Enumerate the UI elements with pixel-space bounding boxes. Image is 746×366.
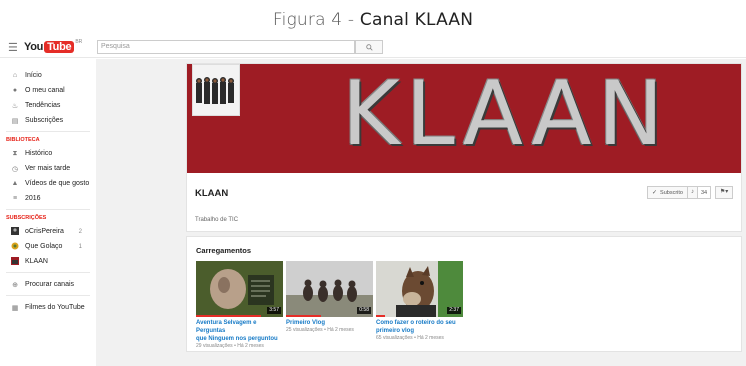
thumbs-up-icon: ▲	[11, 180, 19, 187]
subscription-label: KLAAN	[25, 258, 48, 265]
user-icon: ●	[12, 87, 18, 94]
video-duration: 3:57	[267, 307, 281, 314]
logo-tube: Tube	[44, 40, 75, 53]
watched-progress-bar	[376, 315, 385, 317]
sidebar-item-label: O meu canal	[25, 87, 65, 94]
unread-count: 2	[78, 228, 82, 235]
sidebar-item-label: 2016	[25, 195, 41, 202]
uploads-title[interactable]: Carregamentos	[196, 246, 251, 255]
home-icon: ⌂	[12, 72, 18, 79]
search-icon	[365, 44, 373, 51]
sidebar-item-liked-videos[interactable]: ▲ Vídeos de que gosto	[0, 176, 96, 191]
video-title[interactable]: Primeiro Vlog	[286, 319, 373, 327]
sidebar-item-youtube-movies[interactable]: ▦ Filmes do YouTube	[0, 300, 96, 315]
subscriptions-section-title: SUBSCRIÇÕES	[6, 215, 47, 221]
channel-banner: KLAAN	[187, 64, 741, 173]
subscribed-button[interactable]: ✓ Subscrito	[647, 186, 688, 199]
logo-region: BR	[75, 39, 83, 45]
sidebar-item-playlist-2016[interactable]: ≡ 2016	[0, 191, 96, 206]
caption-title: Canal KLAAN	[359, 10, 474, 30]
sidebar-item-label: Histórico	[25, 150, 53, 157]
check-icon: ✓	[652, 190, 658, 196]
divider	[6, 209, 90, 210]
subscription-label: oCrisPereira	[25, 228, 64, 235]
watched-progress-bar	[196, 315, 262, 317]
sidebar-item-subscriptions[interactable]: ▤ Subscrições	[0, 113, 96, 128]
channel-description: Trabalho de TIC	[195, 217, 239, 223]
sidebar-item-label: Início	[25, 72, 42, 79]
video-title-line: Como fazer o roteiro do seu	[376, 320, 456, 326]
video-meta: 25 visualizações • Há 2 meses	[286, 327, 354, 333]
figure-caption: Figura 4 - Canal KLAAN	[0, 10, 746, 30]
sidebar-item-inicio[interactable]: ⌂ Início	[0, 68, 96, 83]
subscription-item[interactable]: Que Golaço 1	[0, 239, 96, 254]
channel-title[interactable]: KLAAN	[195, 188, 228, 199]
sidebar-item-label: Procurar canais	[25, 281, 75, 288]
banner-title: KLAAN	[342, 64, 670, 165]
search-input[interactable]: Pesquisa	[97, 40, 355, 54]
subscription-item[interactable]: KLAAN	[0, 254, 96, 269]
video-duration: 2:37	[447, 307, 461, 314]
film-icon: ▦	[11, 304, 19, 312]
uploads-section: Carregamentos 3:57 Aventura Selvagem e P…	[186, 236, 742, 352]
caption-prefix: Figura 4 -	[272, 10, 360, 30]
video-meta: 29 visualizações • Há 2 meses	[196, 343, 264, 349]
flame-icon: ♨	[11, 102, 19, 110]
top-bar: ☰ You Tube BR Pesquisa	[0, 36, 746, 58]
sidebar-item-trending[interactable]: ♨ Tendências	[0, 98, 96, 113]
sidebar-item-label: Subscrições	[25, 117, 64, 124]
video-item[interactable]: 2:37 Como fazer o roteiro do seu primeiro…	[376, 261, 463, 342]
sidebar-item-label: Vídeos de que gosto	[25, 180, 90, 187]
unread-count: 1	[78, 243, 82, 250]
sidebar: ⌂ Início ● O meu canal ♨ Tendências ▤ Subscr…	[0, 59, 96, 366]
clock-icon: ◷	[11, 165, 19, 173]
channel-avatar-icon	[9, 242, 21, 252]
video-title[interactable]: Aventura Selvagem e Perguntas que Ninguem…	[196, 319, 283, 343]
sidebar-item-label: Ver mais tarde	[25, 165, 71, 172]
library-section-title: BIBLIOTECA	[6, 137, 40, 143]
video-thumbnail[interactable]: 2:37	[376, 261, 463, 317]
video-title-line: Primeiro Vlog	[286, 320, 326, 326]
watched-progress-bar	[286, 315, 321, 317]
subscriber-count: 34	[697, 186, 712, 199]
video-title-line: que Ninguem nos perguntou	[196, 336, 278, 342]
channel-avatar[interactable]	[192, 64, 240, 116]
video-item[interactable]: 3:57 Aventura Selvagem e Perguntas que Ni…	[196, 261, 283, 350]
channel-avatar-icon	[9, 256, 21, 267]
sidebar-item-my-channel[interactable]: ● O meu canal	[0, 83, 96, 98]
channel-header: KLAAN KLAAN Trabalho de TIC ✓ Subscrito ♪…	[186, 63, 742, 232]
video-thumbnail[interactable]: 0:58	[286, 261, 373, 317]
subscription-label: Que Golaço	[25, 243, 63, 250]
plus-circle-icon: ⊕	[12, 281, 18, 289]
notification-bell-icon[interactable]: ♪	[687, 186, 698, 199]
sidebar-item-watch-later[interactable]: ◷ Ver mais tarde	[0, 161, 96, 176]
video-meta: 65 visualizações • Há 2 meses	[376, 335, 444, 341]
video-item[interactable]: 0:58 Primeiro Vlog 25 visualizações • Há…	[286, 261, 373, 334]
video-title-line: Aventura Selvagem e Perguntas	[196, 320, 257, 334]
video-title[interactable]: Como fazer o roteiro do seu primeiro vlog	[376, 319, 463, 335]
group-photo	[193, 65, 239, 115]
video-duration: 0:58	[357, 307, 371, 314]
video-thumbnail[interactable]: 3:57	[196, 261, 283, 317]
hamburger-icon[interactable]: ☰	[8, 41, 18, 54]
sidebar-item-history[interactable]: ⧗ Histórico	[0, 146, 96, 161]
divider	[6, 131, 90, 132]
subscriptions-icon: ▤	[11, 117, 19, 125]
sidebar-item-browse-channels[interactable]: ⊕ Procurar canais	[0, 277, 96, 292]
subscribe-label: Subscrito	[660, 189, 683, 196]
hourglass-icon: ⧗	[12, 149, 18, 157]
video-title-line: primeiro vlog	[376, 328, 415, 334]
sidebar-item-label: Tendências	[25, 102, 61, 109]
youtube-logo[interactable]: You Tube BR	[24, 39, 82, 54]
sidebar-item-label: Filmes do YouTube	[25, 304, 85, 311]
channel-avatar-icon	[9, 226, 21, 237]
subscription-item[interactable]: oCrisPereira 2	[0, 224, 96, 239]
logo-you: You	[24, 40, 44, 53]
search-button[interactable]	[355, 40, 383, 54]
subscribe-controls: ✓ Subscrito ♪ 34 ⚑▾	[647, 186, 734, 199]
flag-menu-icon[interactable]: ⚑▾	[715, 186, 734, 199]
playlist-icon: ≡	[12, 195, 18, 202]
